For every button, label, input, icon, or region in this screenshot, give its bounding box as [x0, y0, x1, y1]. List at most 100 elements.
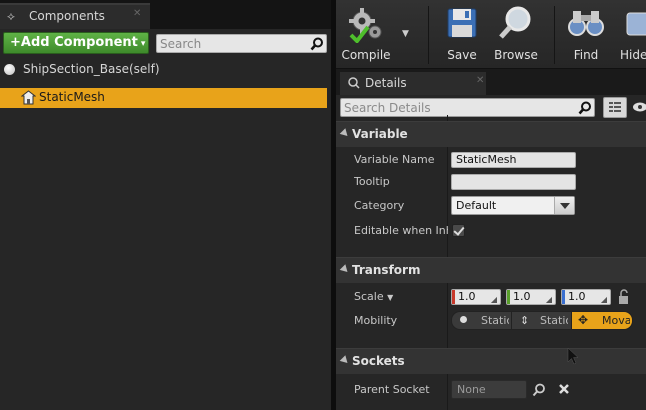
- editable-when-inherited-row: Editable when Inherited: [336, 219, 646, 243]
- details-search-input[interactable]: [344, 100, 572, 115]
- y-axis-color-bar: [507, 290, 510, 304]
- hide-icon: [626, 12, 646, 36]
- find-button[interactable]: Find: [562, 5, 610, 67]
- editable-when-inherited-checkbox[interactable]: [452, 224, 465, 237]
- details-info-icon: [348, 77, 360, 89]
- browse-magnifier-icon: [499, 6, 531, 39]
- category-row: Category Default: [336, 194, 646, 218]
- search-icon[interactable]: [310, 37, 324, 51]
- close-tab-icon[interactable]: ✕: [133, 8, 141, 19]
- scale-z-value: 1.0: [568, 290, 586, 303]
- property-matrix-button[interactable]: [603, 97, 627, 118]
- category-sockets-title: Sockets: [352, 354, 405, 368]
- parent-socket-row: Parent Socket None: [336, 378, 646, 402]
- grid-view-icon: [609, 102, 621, 112]
- x-axis-color-bar: [452, 290, 455, 304]
- close-tab-icon[interactable]: ✕: [476, 75, 484, 86]
- editor-toolbar: Compile ▼ Save Browse Find Hide: [336, 0, 646, 69]
- compile-gears-icon: [349, 8, 382, 43]
- chevron-down-icon: ▼: [387, 293, 394, 302]
- tree-root-item[interactable]: ShipSection_Base(self): [0, 60, 331, 80]
- expand-arrow-icon: [339, 264, 351, 275]
- compile-label: Compile: [341, 48, 391, 62]
- mobility-stationary-option[interactable]: ⇕ Stationary: [512, 312, 572, 329]
- save-button[interactable]: Save: [440, 5, 484, 67]
- category-transform-title: Transform: [352, 263, 421, 277]
- move-arrows-icon: ✥: [578, 313, 589, 327]
- category-dropdown[interactable]: Default: [451, 196, 575, 215]
- mouse-cursor-icon: [567, 347, 579, 365]
- variable-name-label: Variable Name: [354, 153, 435, 166]
- stationary-icon: ⇕: [520, 314, 530, 327]
- browse-button[interactable]: Browse: [488, 5, 544, 67]
- save-disk-icon: [447, 8, 477, 38]
- add-component-button[interactable]: +Add Component ▾: [3, 32, 149, 54]
- plus-icon: +: [10, 35, 21, 50]
- details-tab-label: Details: [365, 76, 407, 90]
- spin-arrows-icon: ◢: [490, 295, 497, 304]
- spin-arrows-icon: ◢: [600, 295, 607, 304]
- chevron-down-icon: ▾: [140, 39, 146, 49]
- scale-row: Scale ▼ 1.0 ◢ 1.0 ◢ 1.0 ◢: [336, 285, 646, 309]
- scale-z-field[interactable]: 1.0 ◢: [561, 289, 611, 305]
- hide-button[interactable]: Hide: [618, 5, 646, 67]
- browse-socket-search-icon[interactable]: [532, 383, 546, 397]
- static-bulb-icon: [460, 316, 467, 323]
- chevron-down-icon: [554, 197, 574, 214]
- compile-options-button[interactable]: ▼: [396, 5, 416, 67]
- toolbar-separator: [554, 6, 555, 64]
- tree-root-label: ShipSection_Base(self): [23, 62, 160, 76]
- scale-label-text: Scale: [354, 290, 384, 303]
- category-transform-header[interactable]: Transform: [336, 257, 646, 283]
- variable-name-field[interactable]: StaticMesh: [451, 152, 576, 168]
- compile-button[interactable]: Compile: [338, 5, 394, 67]
- components-tab-bar: ⟡ Components ✕: [0, 0, 331, 29]
- tree-item-label: StaticMesh: [39, 90, 105, 104]
- components-search-input[interactable]: [160, 36, 305, 51]
- static-mesh-icon: [21, 90, 36, 105]
- details-panel: Variable Variable Name StaticMesh Toolti…: [336, 95, 646, 410]
- mobility-movable-option[interactable]: ✥ Movable: [572, 312, 632, 329]
- components-tab-label: Components: [29, 9, 105, 23]
- scale-y-field[interactable]: 1.0 ◢: [506, 289, 556, 305]
- mobility-row: Mobility Static ⇕ Stationary ✥ Movable: [336, 309, 646, 333]
- clear-socket-icon[interactable]: [558, 383, 570, 395]
- mobility-segmented-control: Static ⇕ Stationary ✥ Movable: [451, 311, 633, 330]
- browse-label: Browse: [494, 48, 538, 62]
- category-label: Category: [354, 199, 405, 212]
- details-tab-bar: Details ✕: [336, 70, 646, 95]
- details-tab[interactable]: Details ✕: [340, 72, 486, 95]
- tree-item-staticmesh[interactable]: StaticMesh: [0, 88, 327, 108]
- search-icon[interactable]: [578, 101, 592, 115]
- find-binoculars-icon: [568, 11, 604, 36]
- visibility-eye-icon[interactable]: [632, 100, 646, 114]
- mobility-movable-label: Movable: [602, 314, 630, 327]
- parent-socket-field[interactable]: None: [451, 380, 527, 399]
- save-label: Save: [447, 48, 477, 62]
- category-sockets-header[interactable]: Sockets: [336, 348, 646, 374]
- components-tab[interactable]: ⟡ Components ✕: [0, 3, 150, 29]
- lock-icon[interactable]: [616, 289, 630, 305]
- scale-x-field[interactable]: 1.0 ◢: [451, 289, 501, 305]
- z-axis-color-bar: [562, 290, 565, 304]
- tooltip-row: Tooltip: [336, 170, 646, 194]
- hide-label: Hide: [620, 48, 646, 62]
- spin-arrows-icon: ◢: [545, 295, 552, 304]
- chevron-down-icon: ▼: [402, 29, 409, 39]
- mobility-stationary-label: Stationary: [540, 314, 568, 327]
- category-variable-header[interactable]: Variable: [336, 121, 646, 147]
- variable-name-row: Variable Name StaticMesh: [336, 148, 646, 172]
- category-variable-title: Variable: [352, 127, 408, 141]
- tooltip-label: Tooltip: [354, 175, 390, 188]
- mobility-label: Mobility: [354, 314, 398, 327]
- scale-y-value: 1.0: [513, 290, 531, 303]
- mobility-static-option[interactable]: Static: [452, 312, 512, 329]
- tooltip-field[interactable]: [451, 174, 576, 190]
- details-search-box: [340, 98, 595, 117]
- mobility-static-label: Static: [481, 314, 509, 327]
- find-label: Find: [573, 48, 599, 62]
- scale-label[interactable]: Scale ▼: [354, 290, 448, 303]
- components-search-box: [156, 34, 327, 53]
- expand-arrow-icon: [339, 128, 351, 139]
- expand-arrow-icon: [339, 355, 351, 366]
